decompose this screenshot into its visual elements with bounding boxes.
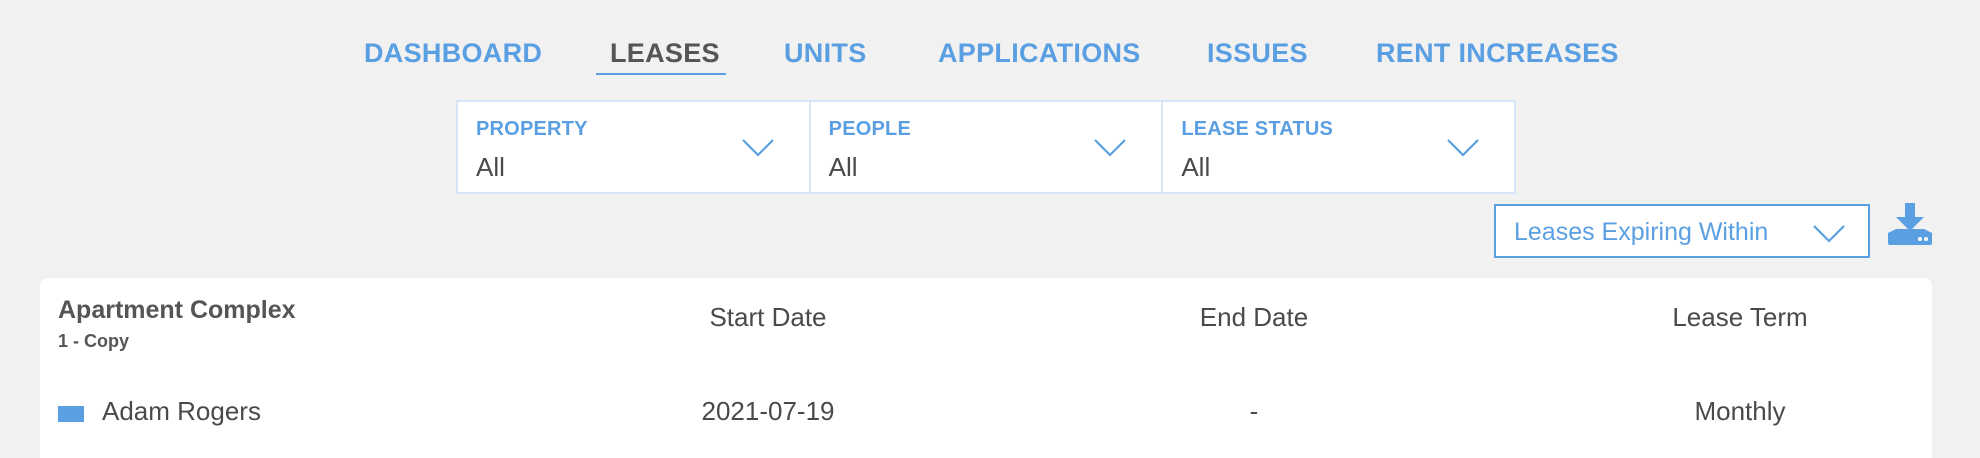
tab-applications[interactable]: APPLICATIONS bbox=[938, 38, 1141, 69]
end-date-cell: - bbox=[1249, 396, 1259, 426]
property-filter-value: All bbox=[476, 152, 505, 182]
lease-table: Apartment Complex 1 - Copy Start Date En… bbox=[40, 278, 1932, 458]
top-nav: DASHBOARD LEASES UNITS APPLICATIONS ISSU… bbox=[0, 0, 1980, 78]
start-date-cell: 2021-07-19 bbox=[701, 396, 835, 426]
tenant-name[interactable]: Adam Rogers bbox=[102, 396, 261, 427]
leases-expiring-within-select[interactable]: Leases Expiring Within bbox=[1494, 204, 1870, 258]
leases-page: DASHBOARD LEASES UNITS APPLICATIONS ISSU… bbox=[0, 0, 1980, 458]
property-filter-label: PROPERTY bbox=[476, 118, 588, 140]
tab-dashboard[interactable]: DASHBOARD bbox=[364, 38, 542, 69]
chevron-down-icon bbox=[741, 139, 774, 157]
lease-term-cell: Monthly bbox=[1694, 396, 1786, 426]
tenant-color-swatch bbox=[58, 406, 84, 422]
tab-units[interactable]: UNITS bbox=[784, 38, 867, 69]
property-group-subtitle: 1 - Copy bbox=[58, 331, 130, 351]
filter-bar: PROPERTY All PEOPLE All LEASE STATUS All bbox=[456, 100, 1516, 194]
lease-status-filter-label: LEASE STATUS bbox=[1181, 118, 1334, 140]
people-filter[interactable]: PEOPLE All bbox=[811, 102, 1164, 192]
download-icon[interactable] bbox=[1886, 203, 1934, 247]
lease-status-filter[interactable]: LEASE STATUS All bbox=[1163, 102, 1514, 192]
tab-rent-increases[interactable]: RENT INCREASES bbox=[1376, 38, 1619, 69]
property-group-title: Apartment Complex bbox=[58, 296, 296, 324]
chevron-down-icon bbox=[1094, 139, 1127, 157]
chevron-down-icon bbox=[1447, 139, 1479, 157]
people-filter-value: All bbox=[828, 152, 858, 182]
leases-expiring-within-label: Leases Expiring Within bbox=[1514, 218, 1769, 246]
tab-issues[interactable]: ISSUES bbox=[1207, 38, 1308, 69]
chevron-down-icon bbox=[1813, 225, 1845, 243]
column-header-end-date: End Date bbox=[1199, 302, 1309, 332]
column-header-start-date: Start Date bbox=[709, 302, 827, 332]
column-header-lease-term: Lease Term bbox=[1672, 302, 1808, 332]
people-filter-label: PEOPLE bbox=[828, 118, 912, 140]
lease-status-filter-value: All bbox=[1181, 152, 1211, 182]
tab-leases[interactable]: LEASES bbox=[610, 38, 720, 69]
property-filter[interactable]: PROPERTY All bbox=[458, 102, 811, 192]
active-tab-indicator bbox=[596, 73, 726, 75]
